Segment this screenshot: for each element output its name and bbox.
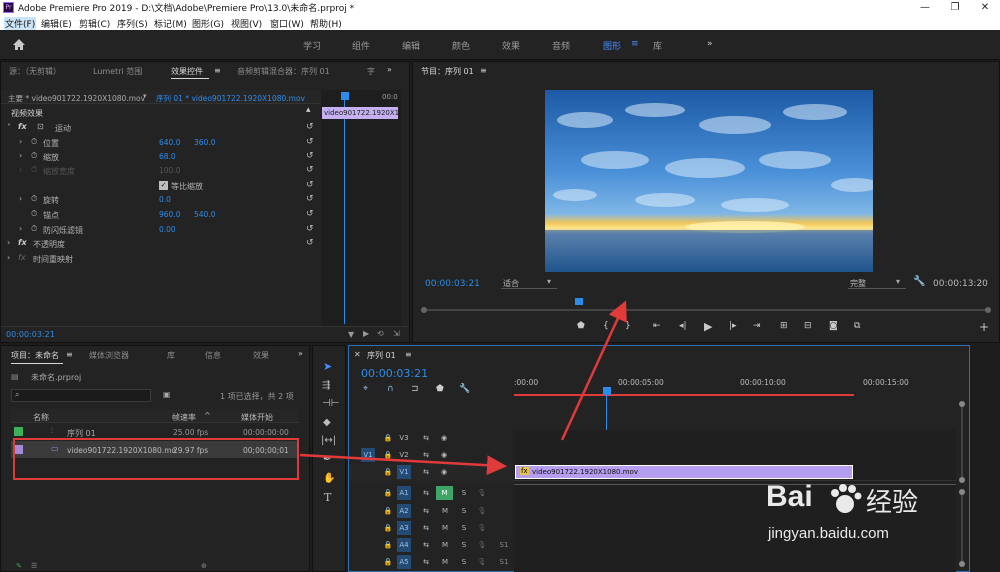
- annotation-arrow: [299, 453, 507, 476]
- annotation-arrow: [560, 300, 627, 441]
- watermark-brand: Bai: [766, 480, 813, 513]
- watermark-url: jingyan.baidu.com: [768, 525, 889, 542]
- paw-logo-icon: [831, 484, 862, 513]
- watermark-brand-cn: 经验: [866, 488, 919, 518]
- watermark: Bai 经验 jingyan.baidu.com: [766, 480, 966, 550]
